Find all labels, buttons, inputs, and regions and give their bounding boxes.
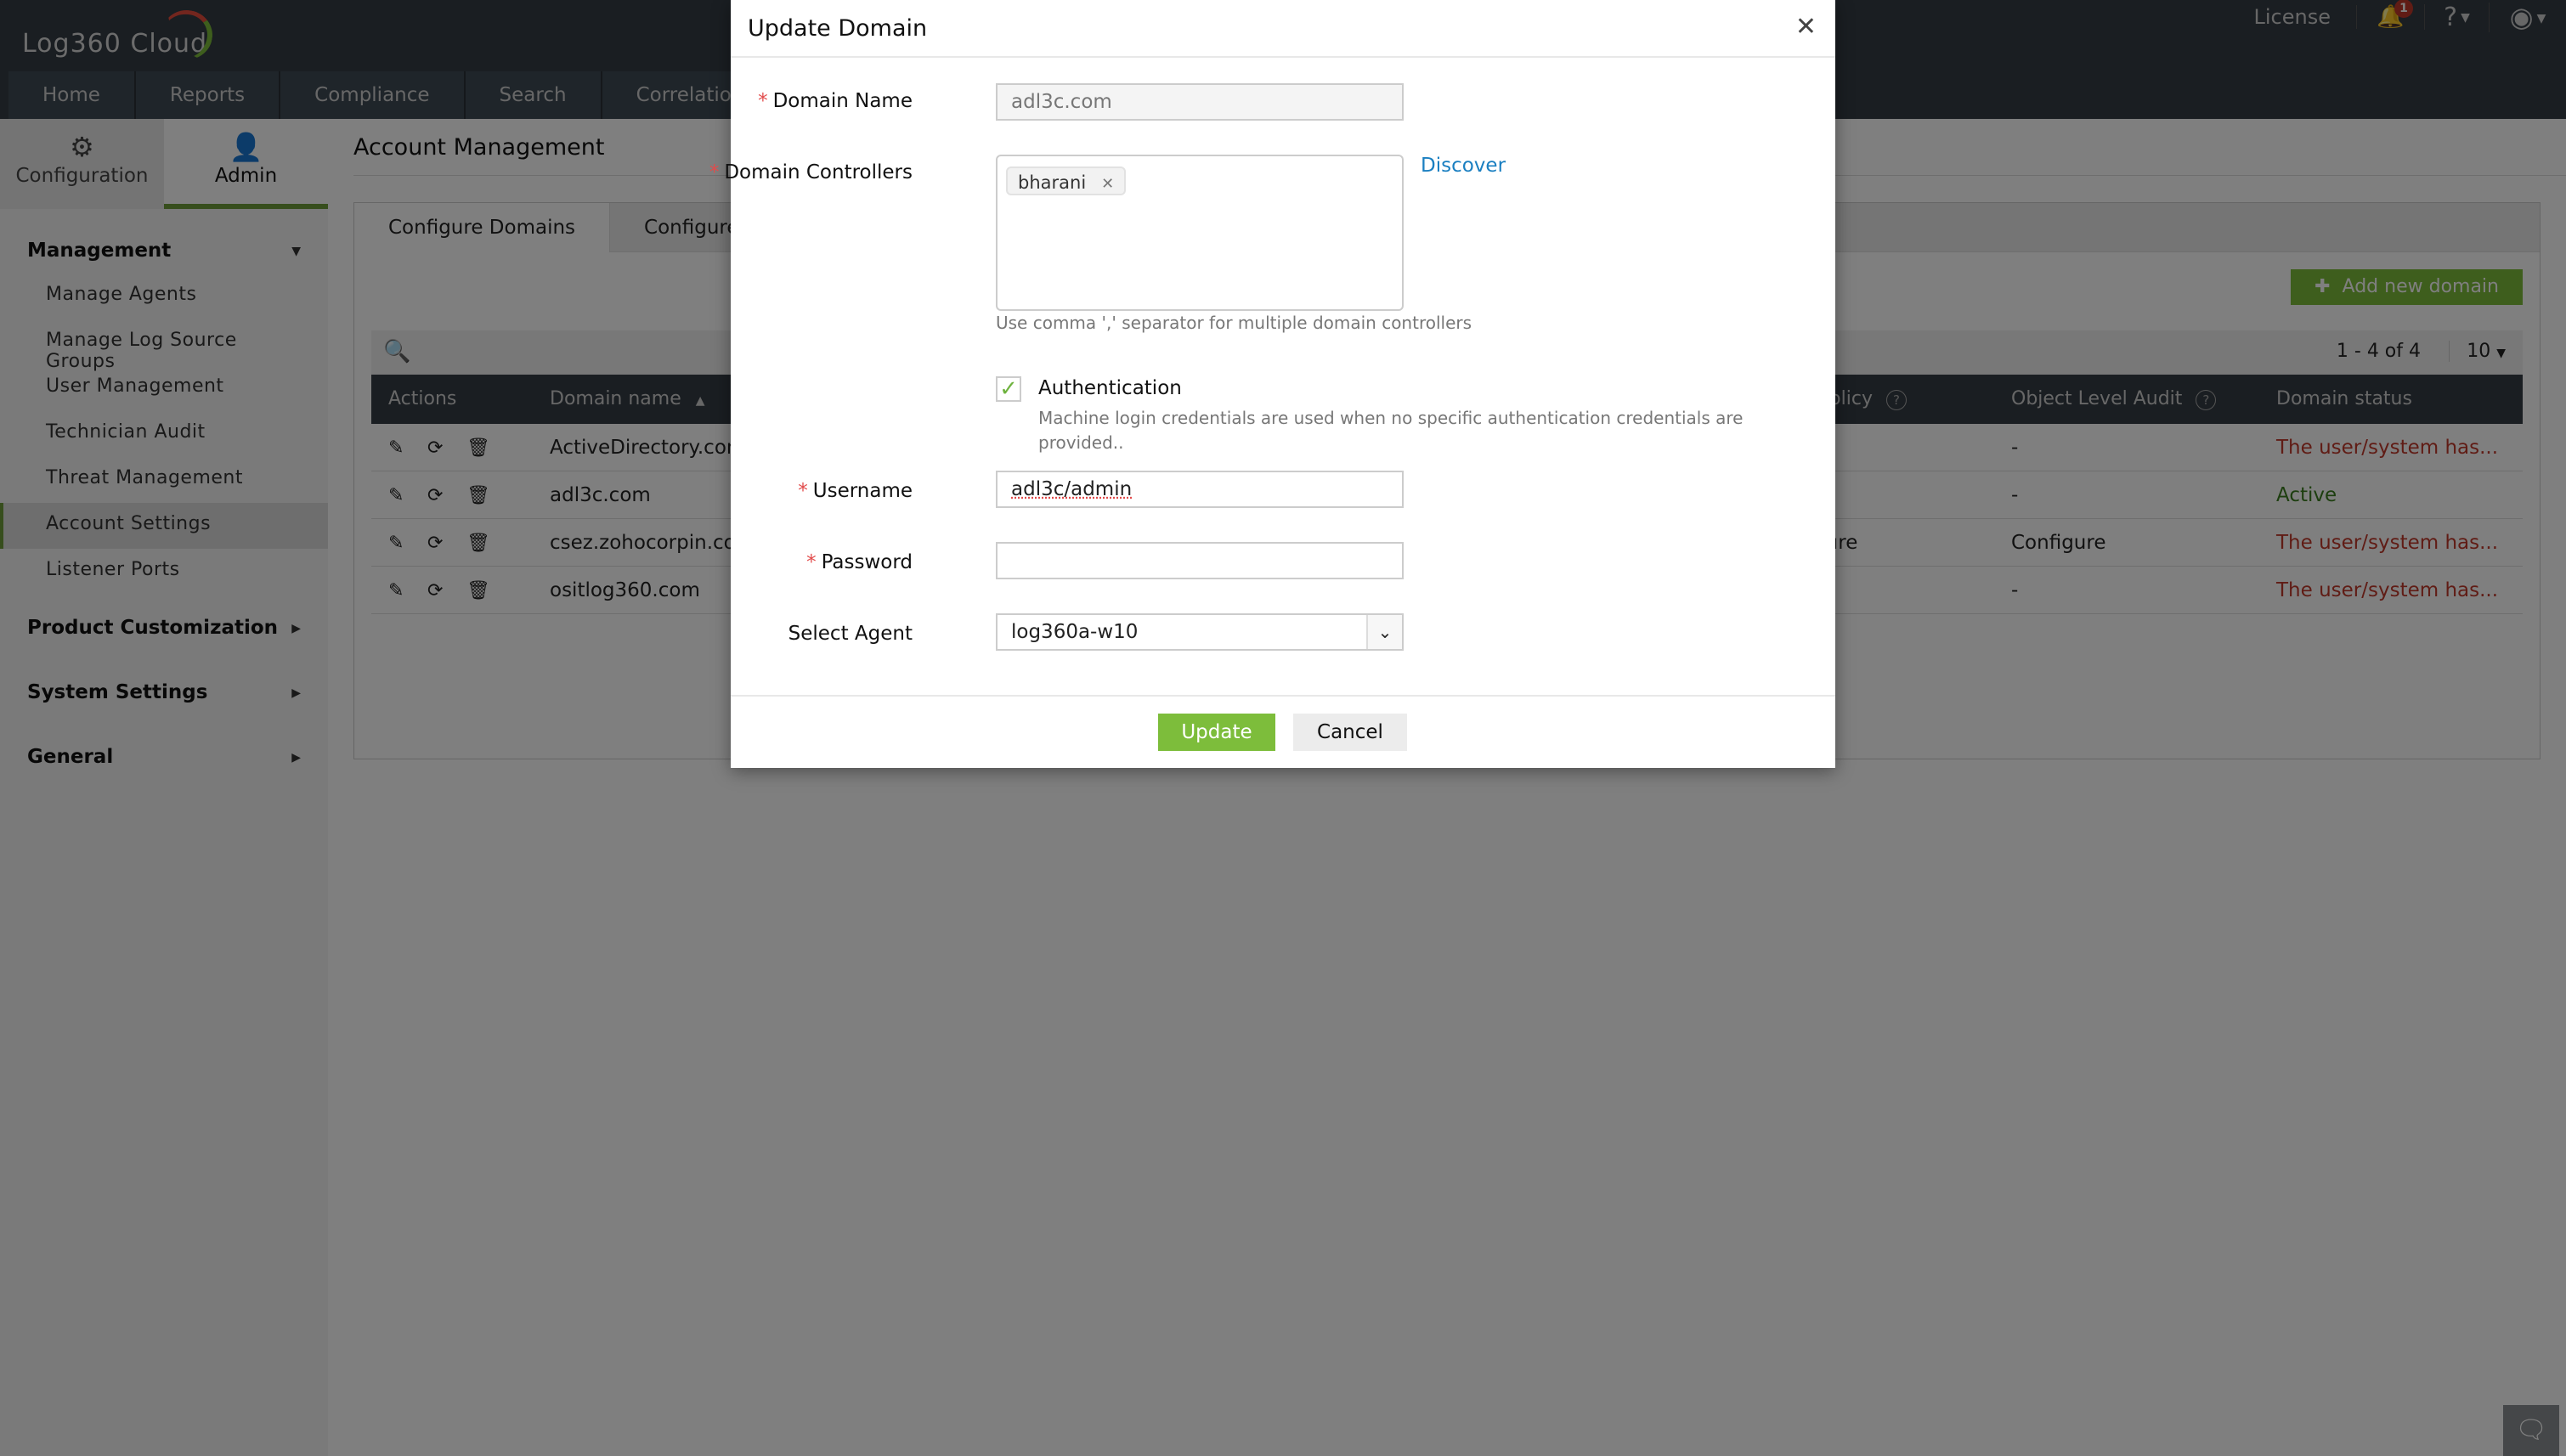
select-agent-dropdown[interactable]: log360a-w10 ⌄ — [996, 613, 1404, 651]
chevron-down-icon[interactable]: ⌄ — [1366, 615, 1402, 649]
label-text: Username — [812, 480, 913, 502]
dc-hint: Use comma ',' separator for multiple dom… — [996, 313, 1472, 333]
select-agent-label: Select Agent — [788, 623, 913, 645]
required-asterisk: * — [798, 480, 808, 502]
password-label: * Password — [806, 551, 913, 573]
password-field[interactable] — [996, 542, 1404, 579]
remove-chip-icon[interactable]: ✕ — [1101, 175, 1114, 193]
authentication-description: Machine login credentials are used when … — [1038, 408, 1744, 453]
label-text: Password — [821, 551, 913, 573]
authentication-checkbox[interactable]: ✓ — [996, 376, 1021, 402]
domain-name-field: adl3c.com — [996, 83, 1404, 121]
update-domain-dialog: Update Domain ✕ * Domain Name adl3c.com *… — [709, 0, 1835, 768]
chip-label: bharani — [1018, 172, 1087, 193]
domain-controllers-label: * Domain Controllers — [709, 161, 913, 183]
username-field[interactable]: adl3c/admin — [996, 471, 1404, 508]
label-text: Domain Controllers — [724, 161, 913, 183]
cancel-button[interactable]: Cancel — [1293, 714, 1407, 751]
update-button[interactable]: Update — [1158, 714, 1275, 751]
dialog-title: Update Domain — [748, 15, 928, 42]
username-label: * Username — [798, 480, 913, 502]
username-value: adl3c/admin — [1011, 478, 1133, 500]
required-asterisk: * — [806, 551, 817, 573]
divider — [731, 695, 1835, 697]
domain-name-label: * Domain Name — [758, 90, 913, 112]
divider — [731, 56, 1835, 58]
domain-controllers-input[interactable]: bharani ✕ — [996, 155, 1404, 311]
required-asterisk: * — [709, 161, 720, 183]
label-text: Domain Name — [772, 90, 913, 112]
close-icon[interactable]: ✕ — [1795, 12, 1817, 42]
discover-link[interactable]: Discover — [1421, 155, 1506, 177]
selected-agent: log360a-w10 — [1011, 621, 1139, 643]
checkmark-icon: ✓ — [999, 376, 1018, 402]
dc-chip: bharani ✕ — [1006, 166, 1127, 195]
authentication-label: Authentication — [1038, 377, 1182, 399]
required-asterisk: * — [758, 90, 768, 112]
